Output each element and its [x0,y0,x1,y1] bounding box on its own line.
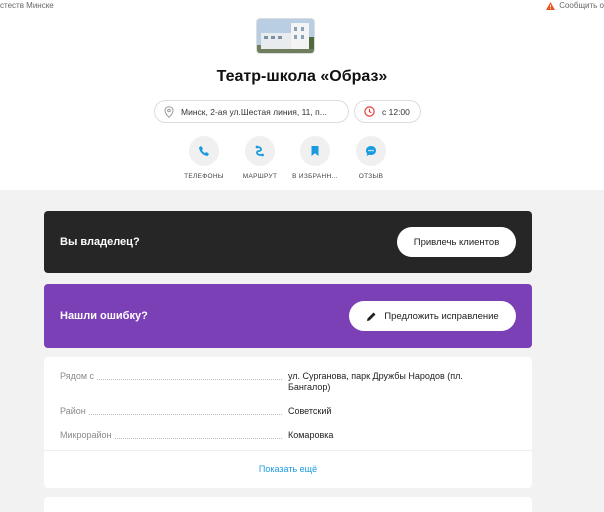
leader-dots [60,414,282,415]
report-link[interactable]: Сообщить о [546,1,604,10]
hours-text: с 12:00 [382,106,410,117]
info-value: Советский [288,406,332,416]
info-card: Рядом с ул. Сурганова, парк Дружбы Народ… [44,357,532,488]
info-key: Микрорайон [60,430,115,440]
owner-card: Вы владелец? Привлечь клиентов [44,211,532,273]
attract-clients-button[interactable]: Привлечь клиентов [397,227,516,257]
suggest-fix-label: Предложить исправление [384,310,499,322]
building-photo [257,19,314,53]
warning-triangle-icon [546,1,556,10]
chat-icon [356,136,386,166]
pencil-icon [367,312,376,321]
info-value: Комаровка [288,430,334,440]
address-text: Минск, 2-ая ул.Шестая линия, 11, п... [181,106,327,117]
report-label: Сообщить о [559,1,604,10]
phone-icon [189,136,219,166]
clock-icon [364,106,375,117]
city-places-link[interactable]: стеств Минске [0,1,54,10]
review-button[interactable]: ОТЗЫВ [341,136,401,180]
error-title: Нашли ошибку? [60,310,148,322]
bookmark-icon [300,136,330,166]
place-header: стеств Минске Сообщить о Театр-школа «Об… [0,0,604,190]
info-value: ул. Сурганова, парк Дружбы Народов (пл. … [288,371,463,392]
next-card [44,497,532,512]
show-more-link[interactable]: Показать ещё [44,464,532,474]
info-key: Рядом с [60,371,98,381]
location-pin-icon [164,105,174,118]
place-photo[interactable] [256,18,315,54]
route-button[interactable]: МАРШРУТ [230,136,290,180]
route-icon [245,136,275,166]
phones-button[interactable]: ТЕЛЕФОНЫ [174,136,234,180]
review-label: ОТЗЫВ [358,173,384,180]
divider [44,450,532,451]
phones-label: ТЕЛЕФОНЫ [184,173,224,180]
hours-pill[interactable]: с 12:00 [354,100,421,123]
favorites-button[interactable]: В ИЗБРАНН... [285,136,345,180]
info-key: Район [60,406,89,416]
suggest-fix-button[interactable]: Предложить исправление [349,301,516,331]
top-bar: стеств Минске Сообщить о [0,0,604,14]
favorites-label: В ИЗБРАНН... [292,173,338,180]
error-card: Нашли ошибку? Предложить исправление [44,284,532,348]
page-title: Театр-школа «Образ» [216,68,388,85]
owner-title: Вы владелец? [60,236,140,248]
address-pill[interactable]: Минск, 2-ая ул.Шестая линия, 11, п... [154,100,349,123]
route-label: МАРШРУТ [242,173,278,180]
